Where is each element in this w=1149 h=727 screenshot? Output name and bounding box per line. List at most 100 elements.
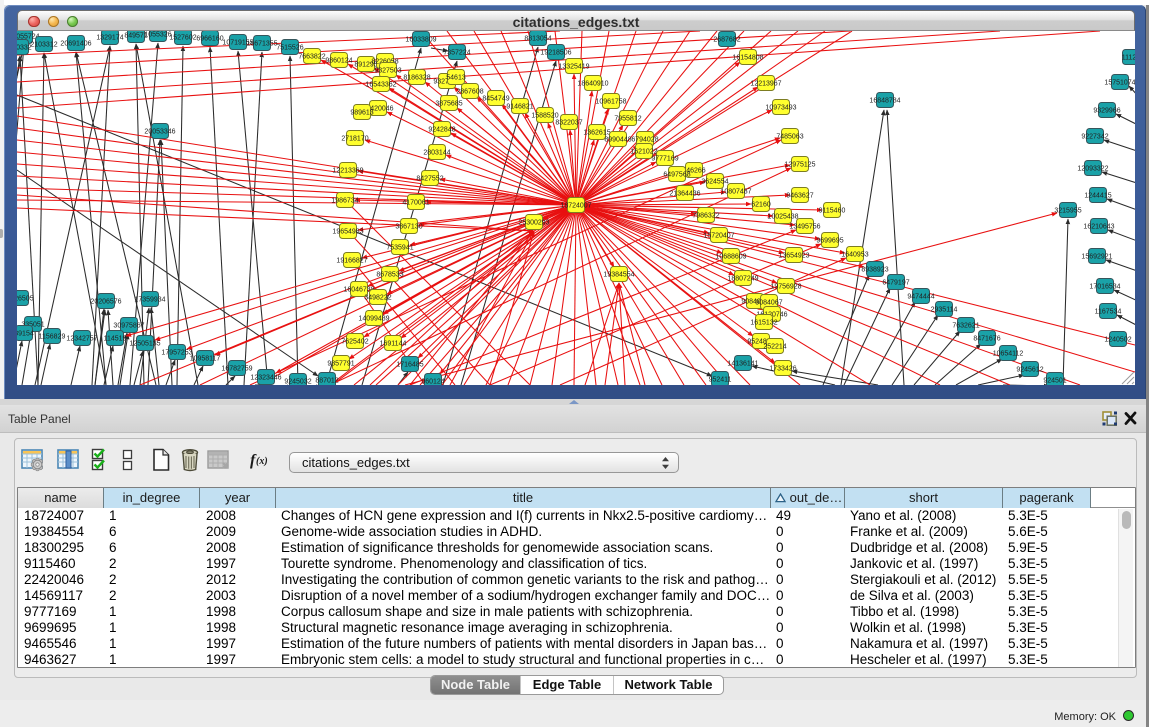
svg-text:8938923: 8938923 <box>861 267 888 274</box>
svg-text:12213369: 12213369 <box>332 168 363 175</box>
svg-text:2526505: 2526505 <box>17 296 34 303</box>
svg-text:8454749: 8454749 <box>482 96 509 103</box>
svg-text:6794028: 6794028 <box>631 137 658 144</box>
svg-text:16782759: 16782759 <box>221 366 252 373</box>
svg-text:13495756: 13495756 <box>789 224 820 231</box>
svg-text:12093322: 12093322 <box>1077 166 1108 173</box>
svg-text:19384554: 19384554 <box>603 272 634 279</box>
svg-text:6966160: 6966160 <box>196 36 223 43</box>
svg-text:9227342: 9227342 <box>1081 134 1108 141</box>
svg-text:18640910: 18640910 <box>577 81 608 88</box>
svg-text:8322037: 8322037 <box>555 120 582 127</box>
svg-text:1362615: 1362615 <box>583 130 610 137</box>
svg-text:16210643: 16210643 <box>1083 224 1114 231</box>
svg-text:3867130: 3867130 <box>395 224 422 231</box>
svg-text:924501: 924501 <box>1043 378 1066 385</box>
svg-text:1691144: 1691144 <box>380 341 407 348</box>
svg-text:3875685: 3875685 <box>435 101 462 108</box>
svg-text:19756928: 19756928 <box>770 284 801 291</box>
svg-text:39154: 39154 <box>17 331 34 338</box>
svg-text:3215955: 3215955 <box>1054 208 1081 215</box>
svg-text:20053346: 20053346 <box>144 129 175 136</box>
svg-text:(x): (x) <box>256 456 268 467</box>
svg-text:7632621: 7632621 <box>952 323 979 330</box>
svg-text:7625402: 7625402 <box>341 339 368 346</box>
svg-text:15751074: 15751074 <box>1104 80 1135 87</box>
svg-text:1588520: 1588520 <box>531 113 558 120</box>
svg-text:10961758: 10961758 <box>595 99 626 106</box>
svg-text:7357224: 7357224 <box>443 50 470 57</box>
svg-text:17359934: 17359934 <box>134 297 165 304</box>
svg-text:16154808: 16154808 <box>732 55 763 62</box>
svg-text:9084067: 9084067 <box>755 300 782 307</box>
svg-text:21364436: 21364436 <box>669 191 700 198</box>
svg-text:6497568: 6497568 <box>663 172 690 179</box>
svg-text:3498222: 3498222 <box>364 295 391 302</box>
svg-text:20206576: 20206576 <box>90 299 121 306</box>
svg-text:7986322: 7986322 <box>692 213 719 220</box>
svg-text:8813054: 8813054 <box>524 36 551 43</box>
svg-text:16671355: 16671355 <box>246 41 277 48</box>
svg-text:14136141: 14136141 <box>727 361 758 368</box>
svg-text:30975867: 30975867 <box>113 323 144 330</box>
svg-text:9474444: 9474444 <box>907 294 934 301</box>
svg-text:8678533: 8678533 <box>376 272 403 279</box>
svg-text:114519: 114519 <box>104 336 127 343</box>
svg-text:13325419: 13325419 <box>558 64 589 71</box>
svg-text:15692921: 15692921 <box>1081 254 1112 261</box>
svg-text:1621022: 1621022 <box>630 149 657 156</box>
svg-text:8427552: 8427552 <box>416 176 443 183</box>
svg-text:8186328: 8186328 <box>403 75 430 82</box>
svg-text:17016534: 17016534 <box>1089 284 1120 291</box>
svg-text:9245032: 9245032 <box>284 379 311 385</box>
svg-text:10807487: 10807487 <box>720 189 751 196</box>
svg-text:9699695: 9699695 <box>816 238 843 245</box>
svg-text:1240502: 1240502 <box>1104 337 1131 344</box>
svg-text:17957253: 17957253 <box>161 350 192 357</box>
svg-text:2935114: 2935114 <box>931 307 958 314</box>
svg-text:6479197: 6479197 <box>882 280 909 287</box>
svg-text:16848784: 16848784 <box>869 98 900 105</box>
svg-text:9242848: 9242848 <box>428 127 455 134</box>
svg-text:952411: 952411 <box>709 377 732 384</box>
svg-text:12213967: 12213967 <box>750 81 781 88</box>
svg-text:9146821: 9146821 <box>506 104 533 111</box>
svg-text:12323446: 12323446 <box>250 375 281 382</box>
svg-text:18807249: 18807249 <box>727 276 758 283</box>
svg-text:16543362: 16543362 <box>365 82 396 89</box>
svg-text:8471676: 8471676 <box>973 336 1000 343</box>
svg-text:19218506: 19218506 <box>540 50 571 57</box>
svg-text:7485063: 7485063 <box>776 134 803 141</box>
svg-text:1527602: 1527602 <box>169 35 196 42</box>
svg-text:10973493: 10973493 <box>765 105 796 112</box>
svg-text:54613: 54613 <box>446 75 466 82</box>
svg-text:4170061: 4170061 <box>402 200 429 207</box>
svg-text:19654983: 19654983 <box>332 229 363 236</box>
svg-text:9245612: 9245612 <box>1016 367 1043 374</box>
svg-text:410332: 410332 <box>17 45 32 52</box>
svg-text:9777169: 9777169 <box>651 156 678 163</box>
svg-text:9857791: 9857791 <box>327 361 354 368</box>
svg-text:9329966: 9329966 <box>1093 108 1120 115</box>
svg-text:62160: 62160 <box>751 202 771 209</box>
svg-text:252214: 252214 <box>763 344 786 351</box>
svg-text:12505135: 12505135 <box>129 341 160 348</box>
svg-text:16033809: 16033809 <box>405 37 436 44</box>
svg-text:9860124: 9860124 <box>325 58 352 65</box>
svg-text:7515526: 7515526 <box>276 45 303 52</box>
svg-text:1733426: 1733426 <box>769 366 796 373</box>
svg-text:1640953: 1640953 <box>841 252 868 259</box>
svg-text:960124: 960124 <box>421 379 444 385</box>
svg-text:989613: 989613 <box>350 110 373 117</box>
svg-text:2687682: 2687682 <box>713 37 740 44</box>
svg-text:19166827: 19166827 <box>336 258 367 265</box>
svg-text:1329174: 1329174 <box>96 35 123 42</box>
svg-text:1055326: 1055326 <box>144 32 171 39</box>
svg-text:11123: 11123 <box>1122 55 1135 62</box>
svg-text:14099489: 14099489 <box>358 316 389 323</box>
svg-text:2718170: 2718170 <box>341 136 368 143</box>
svg-text:1615132: 1615132 <box>750 320 777 327</box>
svg-text:1716485: 1716485 <box>396 362 423 369</box>
svg-text:2803144: 2803144 <box>423 150 450 157</box>
svg-text:12342757: 12342757 <box>66 336 97 343</box>
